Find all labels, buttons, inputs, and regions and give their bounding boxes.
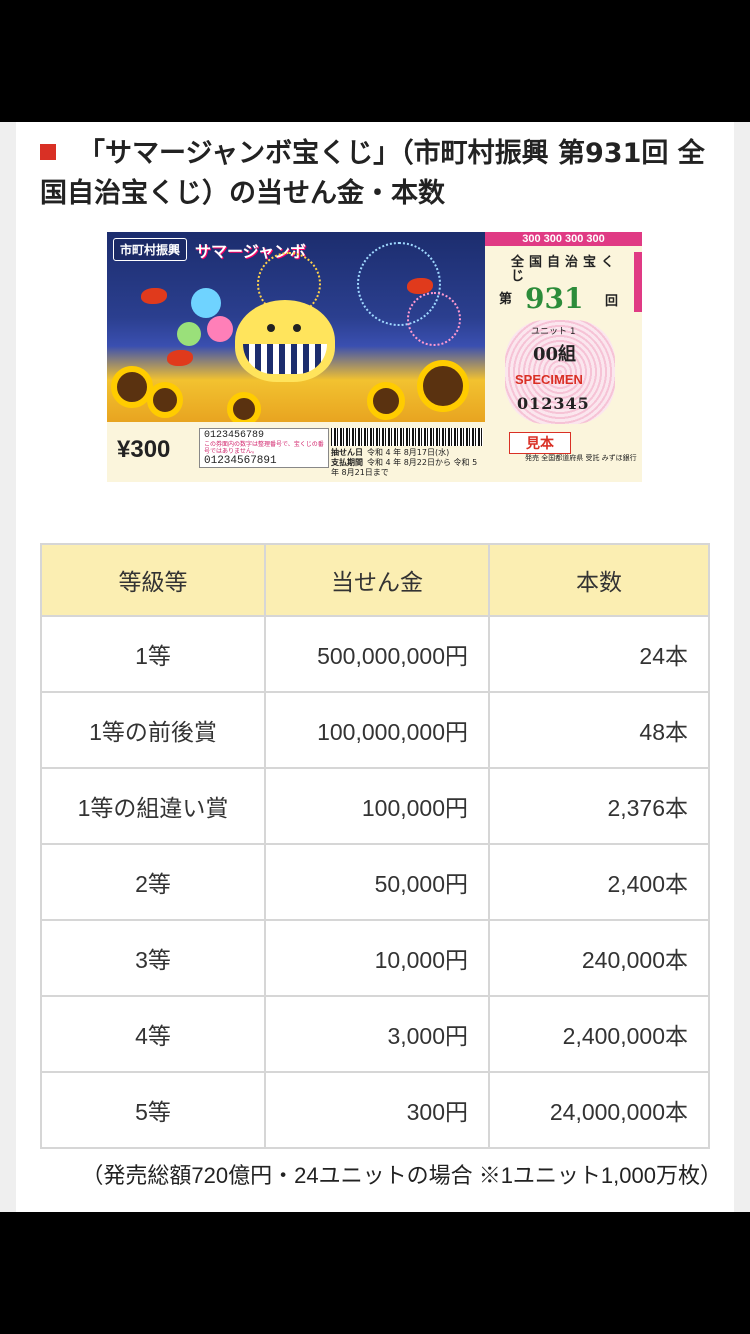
table-row: 1等 500,000,000円 24本 bbox=[40, 615, 710, 693]
count-cell: 48本 bbox=[488, 691, 710, 769]
table-row: 2等 50,000円 2,400本 bbox=[40, 843, 710, 921]
grade-cell: 1等 bbox=[40, 615, 266, 693]
firework-icon bbox=[407, 292, 461, 346]
ticket-issuer: 発売 全国都道府県 受託 みずほ銀行 bbox=[525, 454, 637, 462]
ticket-bottom-band: ¥300 0123456789 この券面内の数字は整理番号で、宝くじの番号ではあ… bbox=[107, 422, 485, 482]
ticket-mihon-stamp: 見本 bbox=[509, 432, 571, 454]
grade-cell: 1等の組違い賞 bbox=[40, 767, 266, 845]
prize-cell: 100,000,000円 bbox=[264, 691, 490, 769]
sunflower-icon bbox=[147, 382, 183, 418]
prize-table: 等級等 当せん金 本数 1等 500,000,000円 24本 1等の前後賞 1… bbox=[40, 543, 710, 1149]
sunflower-icon bbox=[227, 392, 261, 426]
whale-character-icon bbox=[235, 300, 335, 382]
ticket-stub: 300 300 300 300 全国自治宝くじ 第 931 回 ユニット 1 0… bbox=[485, 232, 642, 482]
count-cell: 24,000,000本 bbox=[488, 1071, 710, 1149]
count-cell: 2,400,000本 bbox=[488, 995, 710, 1073]
grade-cell: 3等 bbox=[40, 919, 266, 997]
ticket-number-note: この券面内の数字は整理番号で、宝くじの番号ではありません。 bbox=[204, 441, 324, 455]
ticket-unit: ユニット 1 bbox=[531, 327, 576, 337]
balloon-icon bbox=[177, 322, 201, 346]
grade-cell: 1等の前後賞 bbox=[40, 691, 266, 769]
table-header-row: 等級等 当せん金 本数 bbox=[40, 543, 710, 617]
ticket-edge-mark bbox=[634, 252, 642, 312]
ticket-number-bottom: 01234567891 bbox=[204, 455, 277, 467]
square-bullet-icon bbox=[40, 143, 56, 160]
price-strip: 300 300 300 300 bbox=[485, 232, 642, 246]
balloon-icon bbox=[191, 288, 221, 318]
ticket-kumi: 00組 bbox=[533, 344, 577, 365]
ticket-kanji: 全国自治宝くじ bbox=[511, 255, 620, 284]
article-content: 「サマージャンボ宝くじ」（市町村振興 第931回 全国自治宝くじ）の当せん金・本… bbox=[16, 122, 734, 1212]
grade-cell: 5等 bbox=[40, 1071, 266, 1149]
prize-cell: 3,000円 bbox=[264, 995, 490, 1073]
table-row: 5等 300円 24,000,000本 bbox=[40, 1071, 710, 1149]
ticket-artwork: 市町村振興 サマージャンボ bbox=[107, 232, 485, 426]
ticket-specimen: SPECIMEN bbox=[515, 372, 583, 387]
ticket-number-box: 0123456789 この券面内の数字は整理番号で、宝くじの番号ではありません。… bbox=[199, 428, 329, 468]
lottery-ticket-image: 市町村振興 サマージャンボ ¥300 0123456789 この券面内の数字は整… bbox=[107, 232, 642, 482]
ticket-serial: 012345 bbox=[517, 394, 590, 413]
pay-label: 支払期間 bbox=[331, 458, 363, 467]
grade-cell: 4等 bbox=[40, 995, 266, 1073]
goldfish-icon bbox=[407, 278, 433, 294]
header-grade: 等級等 bbox=[40, 543, 266, 617]
sales-footnote: （発売総額720億円・24ユニットの場合 ※1ユニット1,000万枚） bbox=[81, 1163, 722, 1188]
prize-cell: 50,000円 bbox=[264, 843, 490, 921]
table-row: 3等 10,000円 240,000本 bbox=[40, 919, 710, 997]
whale-eye bbox=[293, 324, 301, 332]
ticket-badge: 市町村振興 bbox=[113, 238, 188, 261]
prize-cell: 300円 bbox=[264, 1071, 490, 1149]
ticket-kai: 回 bbox=[605, 294, 619, 309]
ticket-price: ¥300 bbox=[117, 436, 171, 463]
goldfish-icon bbox=[141, 288, 167, 304]
table-row: 1等の組違い賞 100,000円 2,376本 bbox=[40, 767, 710, 845]
ticket-dates: 抽せん日 令和 4 年 8月17日(水) 支払期間 令和 4 年 8月22日から 令… bbox=[331, 448, 485, 478]
prize-cell: 10,000円 bbox=[264, 919, 490, 997]
count-cell: 2,400本 bbox=[488, 843, 710, 921]
balloon-icon bbox=[207, 316, 233, 342]
page-background: 「サマージャンボ宝くじ」（市町村振興 第931回 全国自治宝くじ）の当せん金・本… bbox=[0, 122, 750, 1212]
grade-cell: 2等 bbox=[40, 843, 266, 921]
table-row: 1等の前後賞 100,000,000円 48本 bbox=[40, 691, 710, 769]
sunflower-icon bbox=[417, 360, 469, 412]
goldfish-icon bbox=[167, 350, 193, 366]
header-prize: 当せん金 bbox=[264, 543, 490, 617]
draw-label: 抽せん日 bbox=[331, 448, 363, 457]
barcode-icon bbox=[331, 428, 483, 446]
prize-cell: 100,000円 bbox=[264, 767, 490, 845]
sunflower-icon bbox=[367, 382, 405, 420]
count-cell: 2,376本 bbox=[488, 767, 710, 845]
whale-stripe bbox=[243, 344, 327, 374]
count-cell: 24本 bbox=[488, 615, 710, 693]
header-count: 本数 bbox=[488, 543, 710, 617]
section-heading-text: 「サマージャンボ宝くじ」（市町村振興 第931回 全国自治宝くじ）の当せん金・本… bbox=[40, 138, 705, 209]
prize-cell: 500,000,000円 bbox=[264, 615, 490, 693]
draw-date: 令和 4 年 8月17日(水) bbox=[367, 448, 450, 457]
whale-eye bbox=[267, 324, 275, 332]
section-heading: 「サマージャンボ宝くじ」（市町村振興 第931回 全国自治宝くじ）の当せん金・本… bbox=[40, 134, 720, 214]
ticket-number-top: 0123456789 bbox=[204, 430, 265, 441]
ticket-dai: 第 bbox=[499, 292, 513, 307]
table-row: 4等 3,000円 2,400,000本 bbox=[40, 995, 710, 1073]
ticket-issue-number: 931 bbox=[525, 282, 584, 315]
count-cell: 240,000本 bbox=[488, 919, 710, 997]
